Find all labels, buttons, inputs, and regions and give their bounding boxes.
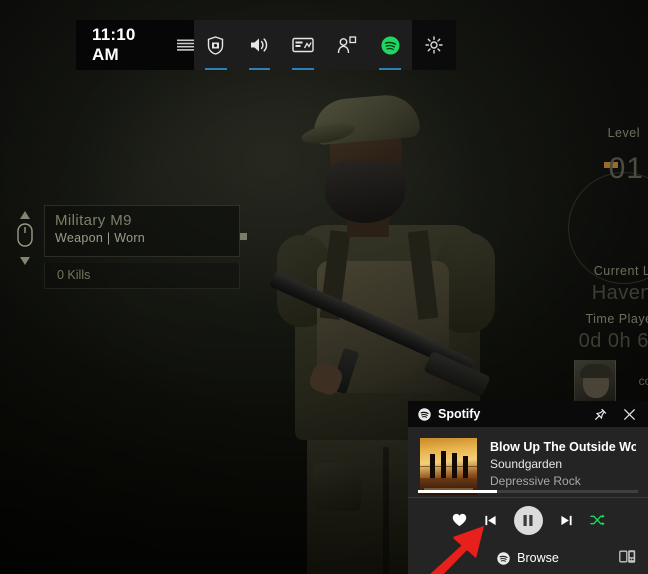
hamburger-menu-icon[interactable] — [177, 39, 194, 52]
audio-widget-button[interactable] — [238, 20, 282, 70]
shuffle-icon — [589, 514, 605, 526]
spotify-icon — [418, 407, 431, 421]
track-metadata: Blow Up The Outside Wo... Soundgarden De… — [490, 438, 636, 495]
pin-icon — [594, 408, 606, 420]
codename-label: cod — [638, 374, 648, 388]
gear-icon — [425, 36, 443, 54]
time-played-value: 0d 0h 6m — [578, 330, 648, 352]
cast-device-icon — [619, 550, 636, 563]
clock-time: 11:10 AM — [92, 25, 136, 64]
active-indicator — [205, 67, 227, 70]
next-track-icon — [560, 515, 572, 525]
weapon-card: Military M9 Weapon | Worn — [44, 205, 240, 257]
heart-icon — [452, 513, 466, 527]
level-label: Level — [607, 126, 640, 140]
xbox-social-icon — [337, 35, 356, 53]
stats-hud-panel: Level 01 Current Loca Haven Time Played … — [558, 112, 648, 412]
game-bar-clock-section: 11:10 AM — [76, 20, 194, 70]
time-played-label: Time Played — [585, 312, 648, 326]
pause-icon — [523, 514, 533, 526]
close-button[interactable] — [618, 404, 640, 424]
spotify-widget-button[interactable] — [368, 20, 412, 70]
level-value: 01 — [608, 152, 644, 185]
capture-widget-button[interactable] — [194, 20, 238, 70]
previous-track-icon — [484, 515, 496, 525]
progress-fill — [418, 490, 498, 493]
capture-widget-icon — [208, 35, 224, 55]
active-indicator — [379, 67, 401, 70]
like-button[interactable] — [452, 513, 467, 527]
spotify-icon — [381, 36, 400, 54]
spotify-icon — [497, 551, 510, 565]
track-title: Blow Up The Outside Wo... — [490, 440, 636, 454]
mouse-scroll-icon — [14, 210, 36, 266]
now-playing-section: Blow Up The Outside Wo... Soundgarden De… — [408, 427, 648, 495]
weapon-subtitle: Weapon | Worn — [55, 231, 146, 245]
track-genre: Depressive Rock — [490, 474, 581, 488]
xbox-game-bar[interactable]: 11:10 AM — [76, 20, 456, 70]
play-pause-button[interactable] — [513, 505, 543, 535]
location-label: Current Loca — [593, 264, 648, 278]
pin-button[interactable] — [589, 404, 611, 424]
shuffle-button[interactable] — [589, 513, 605, 527]
spotify-widget[interactable]: Spotify Blow Up The Outside Wo... Soundg… — [408, 401, 648, 574]
cast-button[interactable] — [619, 549, 636, 569]
playback-controls — [408, 497, 648, 542]
track-artist: Soundgarden — [490, 457, 563, 471]
album-art — [420, 438, 477, 495]
spotify-titlebar: Spotify — [408, 401, 648, 427]
volume-audio-icon — [250, 38, 268, 52]
spotify-title-label: Spotify — [438, 407, 481, 421]
performance-widget-icon — [292, 37, 314, 52]
previous-button[interactable] — [484, 514, 497, 527]
browse-button[interactable]: Browse — [497, 551, 559, 565]
weapon-kills: 0 Kills — [44, 263, 240, 289]
spotify-footer: Browse — [408, 542, 648, 574]
hud-connector-node — [240, 233, 247, 240]
game-bar-widget-buttons — [194, 20, 412, 70]
performance-widget-button[interactable] — [281, 20, 325, 70]
xbox-social-button[interactable] — [325, 20, 369, 70]
settings-button[interactable] — [412, 20, 456, 70]
browse-label: Browse — [517, 551, 559, 565]
next-button[interactable] — [560, 514, 573, 527]
active-indicator — [292, 67, 314, 70]
weapon-name: Military M9 — [55, 212, 132, 229]
location-value: Haven — [591, 282, 648, 304]
character-portrait — [574, 360, 616, 402]
progress-bar[interactable] — [418, 490, 638, 493]
close-icon — [623, 408, 635, 420]
active-indicator — [248, 67, 271, 70]
